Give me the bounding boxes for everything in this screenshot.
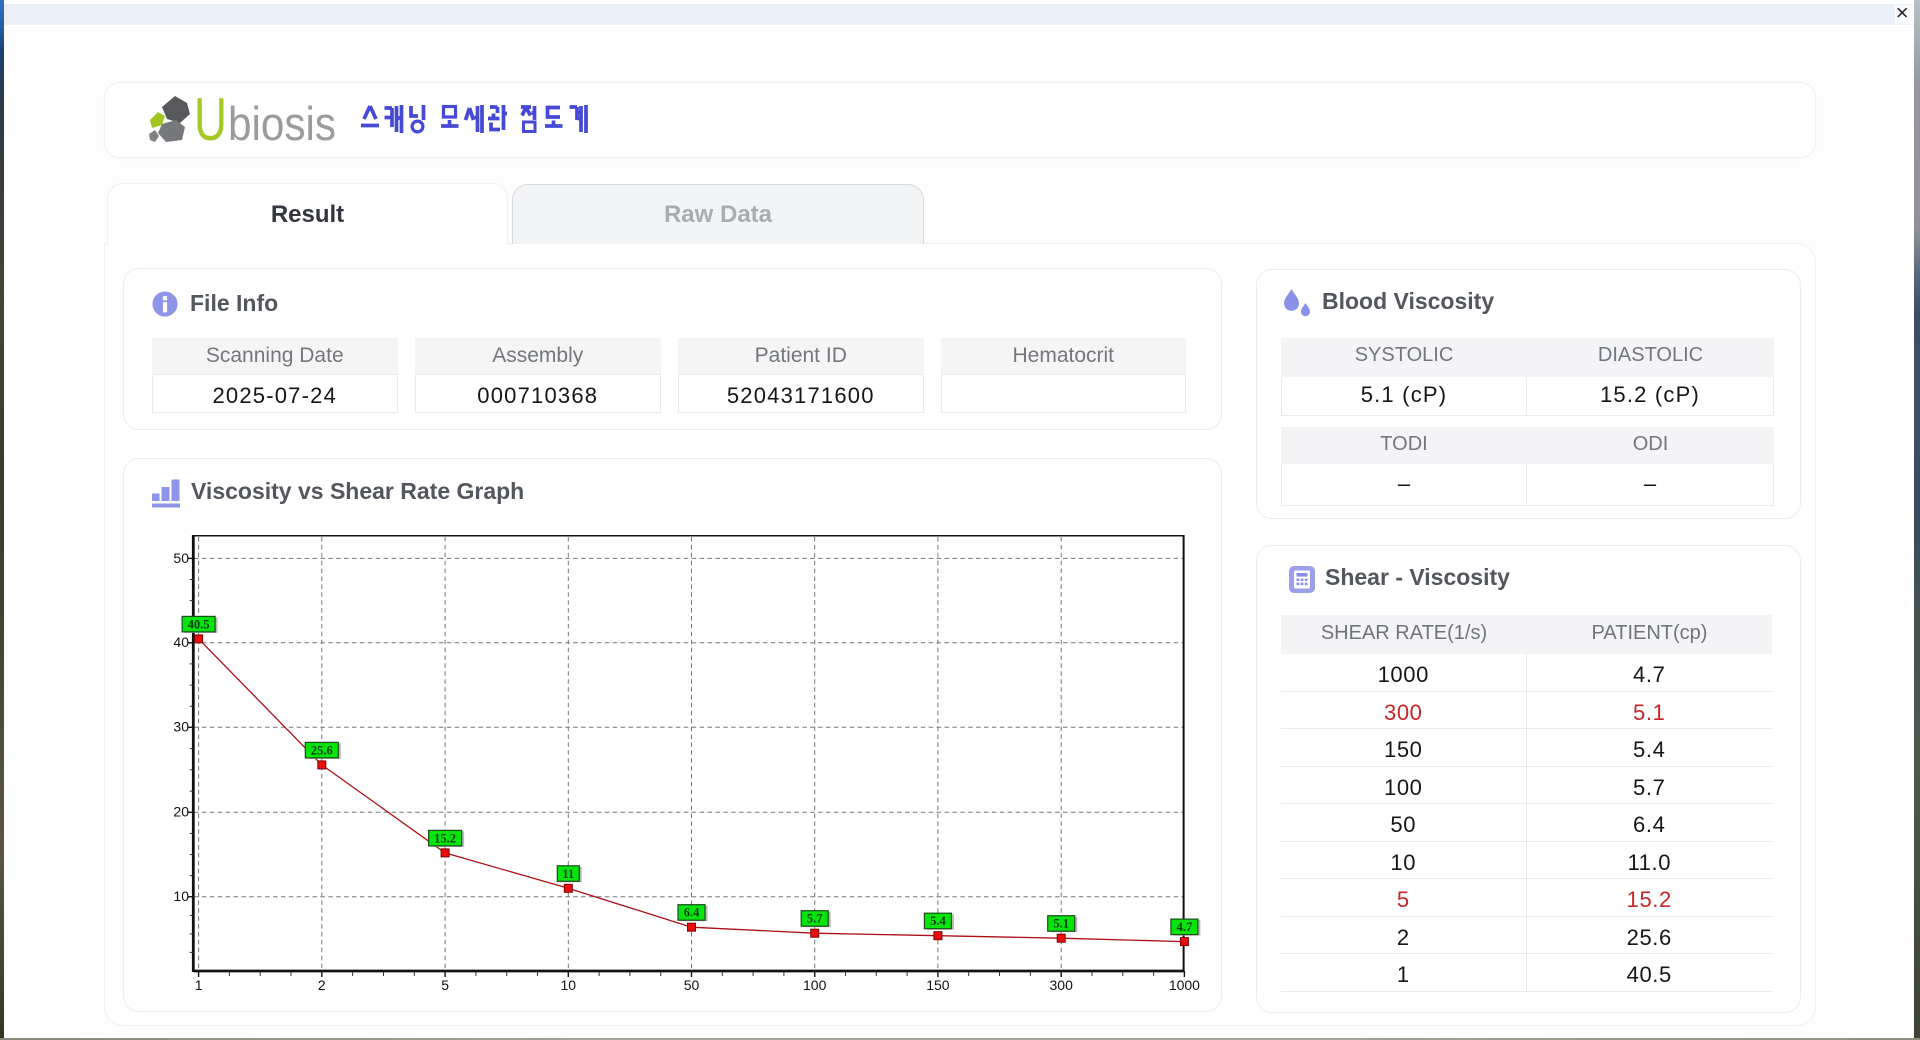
svg-text:25.6: 25.6 xyxy=(311,743,333,757)
svg-text:2: 2 xyxy=(318,977,326,993)
svg-text:50: 50 xyxy=(173,550,189,566)
svg-text:5.1: 5.1 xyxy=(1053,917,1069,931)
svg-text:1: 1 xyxy=(195,977,203,993)
svg-text:biosis: biosis xyxy=(228,97,336,150)
svg-text:30: 30 xyxy=(173,719,189,735)
svg-text:10: 10 xyxy=(561,977,577,993)
svg-text:11: 11 xyxy=(562,867,574,881)
svg-text:5: 5 xyxy=(441,977,449,993)
svg-text:4.7: 4.7 xyxy=(1177,920,1193,934)
svg-text:150: 150 xyxy=(926,977,950,993)
svg-text:20: 20 xyxy=(173,804,189,820)
svg-text:U: U xyxy=(194,95,227,151)
svg-text:10: 10 xyxy=(173,888,189,904)
svg-text:300: 300 xyxy=(1050,977,1074,993)
svg-text:50: 50 xyxy=(684,977,700,993)
svg-text:5.7: 5.7 xyxy=(807,912,823,926)
svg-text:5.4: 5.4 xyxy=(930,914,946,928)
svg-text:40: 40 xyxy=(173,634,189,650)
svg-text:100: 100 xyxy=(803,977,827,993)
svg-text:15.2: 15.2 xyxy=(434,831,456,845)
svg-text:40.5: 40.5 xyxy=(188,617,210,631)
svg-text:6.4: 6.4 xyxy=(684,906,700,920)
svg-text:1000: 1000 xyxy=(1169,977,1200,993)
